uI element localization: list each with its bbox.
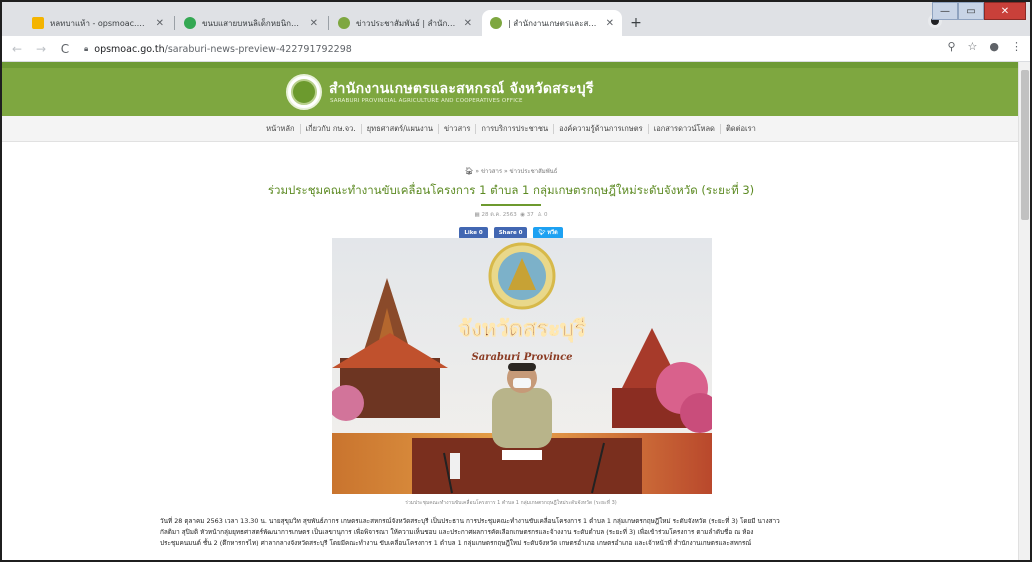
- nav-item-services[interactable]: การบริการประชาชน: [476, 123, 555, 134]
- browser-tab-2[interactable]: ขนบแสายบหนลิเด็กหยนิกศโจกิกส ✕: [176, 10, 326, 36]
- nav-item-contact[interactable]: ติดต่อเรา: [721, 124, 761, 134]
- article-paragraph-line: ประชุมคนมนต์ ชั้น 2 (ตึกหารกรไท) ศาลากลา…: [160, 539, 752, 547]
- scrollbar-thumb[interactable]: [1021, 70, 1029, 220]
- url-host: opsmoac.go.th: [94, 43, 165, 55]
- browser-tab-3[interactable]: ข่าวประชาสัมพันธ์ | สำนักงานเกษตรแ ✕: [330, 10, 480, 36]
- photo-banner-text: จังหวัดสระบุรี: [458, 317, 586, 343]
- close-window-button[interactable]: ✕: [984, 2, 1026, 20]
- new-tab-button[interactable]: +: [627, 14, 645, 32]
- browser-menu-icon[interactable]: ⋮: [1011, 40, 1022, 53]
- lock-icon[interactable]: 🔒︎: [84, 44, 88, 54]
- browser-tab-active[interactable]: | สำนักงานเกษตรและสหกรณ์ จังหวัดส ✕: [482, 10, 622, 36]
- tab-strip: หลทบาแห้า - opsmoac.go.th - Sm ✕ ขนบแสาย…: [2, 2, 1030, 36]
- photo-caption: ร่วมประชุมคณะทำงานขับเคลื่อนโครงการ 1 ตำ…: [405, 500, 617, 506]
- nav-item-downloads[interactable]: เอกสารดาวน์โหลด: [649, 123, 721, 134]
- photo-banner-subtext: Saraburi Province: [471, 352, 572, 363]
- nav-item-home[interactable]: หน้าหลัก: [261, 123, 301, 134]
- address-bar[interactable]: 🔒︎ opsmoac.go.th /saraburi-news-preview-…: [84, 40, 950, 58]
- nav-item-news[interactable]: ข่าวสาร: [439, 123, 477, 134]
- home-icon[interactable]: 🏠︎: [465, 167, 474, 175]
- org-subtitle: SARABURI PROVINCIAL AGRICULTURE AND COOP…: [330, 98, 523, 104]
- account-icon[interactable]: ●: [989, 40, 999, 53]
- toolbar-right-icons: ⚲ ☆ ● ⋮: [947, 40, 1022, 53]
- article-date: 28 ต.ค. 2563: [481, 212, 517, 218]
- breadcrumb-item[interactable]: ข่าวประชาสัมพันธ์: [510, 168, 558, 175]
- browser-tab-1[interactable]: หลทบาแห้า - opsmoac.go.th - Sm ✕: [24, 10, 172, 36]
- nav-item-knowledge[interactable]: องค์ความรู้ด้านการเกษตร: [554, 123, 649, 134]
- user-icon: ♙: [537, 212, 543, 218]
- browser-window: หลทบาแห้า - opsmoac.go.th - Sm ✕ ขนบแสาย…: [0, 0, 1032, 562]
- browser-toolbar: ← → C 🔒︎ opsmoac.go.th /saraburi-news-pr…: [2, 36, 1030, 62]
- eye-icon: ◉: [520, 212, 526, 218]
- maximize-button[interactable]: ▭: [958, 2, 984, 20]
- article-views: 37: [526, 212, 534, 218]
- article-paragraph-line: วันที่ 28 ตุลาคม 2563 เวลา 13.30 น. นายส…: [160, 517, 780, 525]
- tab-favicon: [32, 17, 44, 29]
- tab-label: ขนบแสายบหนลิเด็กหยนิกศโจกิกส: [202, 18, 304, 28]
- zoom-icon[interactable]: ⚲: [947, 40, 955, 53]
- minimize-button[interactable]: —: [932, 2, 958, 20]
- site-logo[interactable]: [286, 74, 322, 110]
- tab-close-icon[interactable]: ✕: [464, 18, 472, 29]
- tab-favicon: [490, 17, 502, 29]
- tab-favicon: [184, 17, 196, 29]
- window-controls: — ▭ ✕: [932, 2, 1026, 20]
- org-name: สำนักงานเกษตรและสหกรณ์ จังหวัดสระบุรี: [329, 81, 594, 97]
- tab-label: ข่าวประชาสัมพันธ์ | สำนักงานเกษตรแ: [356, 18, 458, 28]
- site-header: สำนักงานเกษตรและสหกรณ์ จังหวัดสระบุรี SA…: [2, 68, 1020, 116]
- article-body: วันที่ 28 ตุลาคม 2563 เวลา 13.30 น. นายส…: [160, 516, 900, 549]
- calendar-icon: ▦: [474, 212, 480, 218]
- article-paragraph-line: กัลติมา สุปิมติ หัวหน้ากลุ่มยุทธศาสตร์พั…: [160, 528, 754, 536]
- article-title: ร่วมประชุมคณะทำงานขับเคลื่อนโครงการ 1 ตำ…: [267, 183, 755, 197]
- page-scrollbar[interactable]: [1018, 62, 1030, 560]
- bookmark-star-icon[interactable]: ☆: [968, 40, 978, 53]
- tab-close-icon[interactable]: ✕: [156, 18, 164, 29]
- article-comments: 0: [543, 212, 548, 218]
- breadcrumb: 🏠︎ » ข่าวสาร » ข่าวประชาสัมพันธ์: [464, 167, 558, 175]
- tab-label: | สำนักงานเกษตรและสหกรณ์ จังหวัดส: [508, 18, 600, 28]
- reload-icon[interactable]: C: [56, 42, 74, 56]
- url-path: /saraburi-news-preview-422791792298: [164, 43, 352, 55]
- nav-item-about[interactable]: เกี่ยวกับ กษ.จว.: [301, 123, 362, 134]
- article-meta: ▦ 28 ต.ค. 2563 ◉ 37 ♙ 0: [2, 211, 1020, 219]
- article-photo[interactable]: จังหวัดสระบุรี Saraburi Province: [332, 238, 712, 494]
- tab-close-icon[interactable]: ✕: [606, 18, 614, 29]
- nav-item-strategy[interactable]: ยุทธศาสตร์/แผนงาน: [362, 123, 440, 134]
- breadcrumb-item[interactable]: ข่าวสาร: [481, 168, 502, 175]
- tab-favicon: [338, 17, 350, 29]
- tab-label: หลทบาแห้า - opsmoac.go.th - Sm: [50, 18, 150, 28]
- forward-icon[interactable]: →: [32, 42, 50, 56]
- web-page: สำนักงานเกษตรและสหกรณ์ จังหวัดสระบุรี SA…: [2, 62, 1020, 560]
- tab-close-icon[interactable]: ✕: [310, 18, 318, 29]
- back-icon[interactable]: ←: [8, 42, 26, 56]
- title-underline: [481, 204, 541, 206]
- main-nav: หน้าหลัก เกี่ยวกับ กษ.จว. ยุทธศาสตร์/แผน…: [2, 116, 1020, 142]
